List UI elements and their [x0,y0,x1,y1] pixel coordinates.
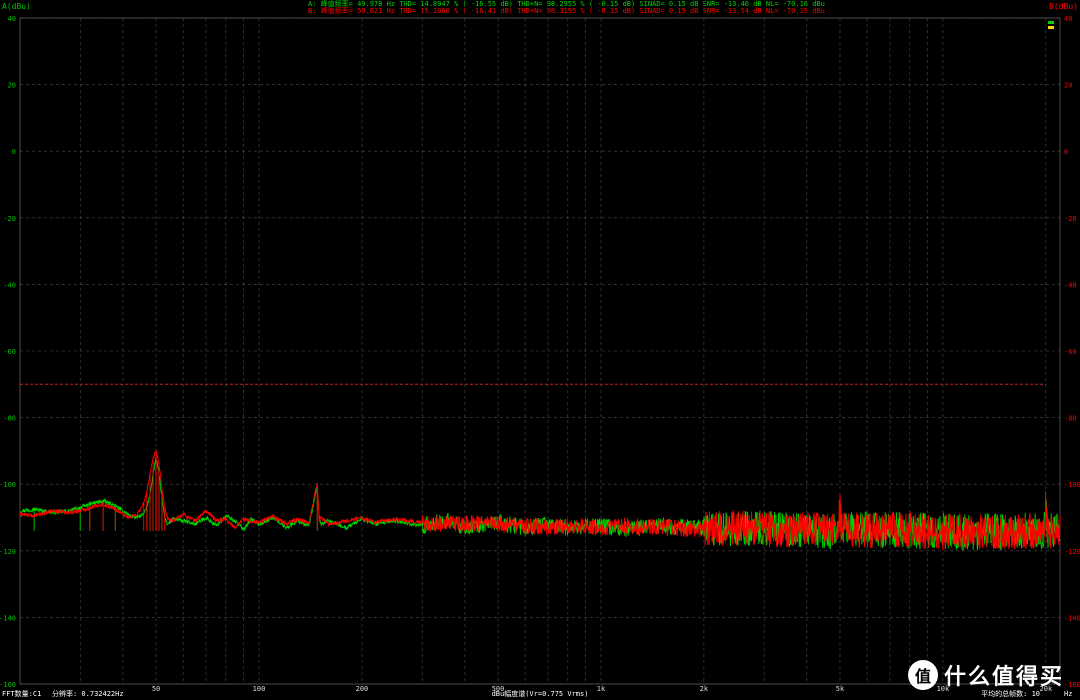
left-y-tick-label: 40 [8,15,16,23]
legend-swatch-b [1048,26,1054,29]
left-y-tick-label: -40 [3,281,16,289]
resolution-label: 分辨率: 0.732422Hz [52,689,124,698]
x-tick-label: 50 [152,685,160,693]
watermark: 值 什么值得买 [908,658,1068,692]
left-y-tick-label: -160 [0,681,16,689]
spectrum-chart: 40200-20-40-60-80-100-120-140-160 40200-… [0,0,1080,700]
watermark-text: 什么值得买 [944,665,1065,690]
right-y-tick-label: 20 [1064,82,1072,90]
x-axis-title: dBu幅度谱(Vr=0.775 Vrms) [492,689,589,698]
x-tick-label: 200 [356,685,369,693]
right-y-tick-label: -60 [1064,348,1077,356]
left-y-tick-label: -140 [0,614,16,622]
channel-b-summary: B: 峰值频率= 50.021 Hz THD= 15.1066 % ( -16.… [308,6,825,15]
legend-swatch-a [1048,21,1054,24]
right-y-tick-label: -100 [1064,481,1080,489]
right-y-tick-label: -120 [1064,548,1080,556]
right-y-tick-label: -40 [1064,281,1077,289]
right-y-tick-label: 0 [1064,148,1068,156]
left-y-tick-label: 20 [8,82,16,90]
value-badge-icon: 值 [908,660,938,690]
x-tick-label: 100 [253,685,266,693]
left-y-tick-label: -60 [3,348,16,356]
right-y-tick-label: -140 [1064,614,1080,622]
right-axis-title: B(dBu) [1049,2,1078,11]
left-y-tick-label: -120 [0,548,16,556]
right-y-tick-label: -20 [1064,215,1077,223]
fft-count-label: FFT数量:C1 [2,689,41,698]
right-y-tick-label: -80 [1064,415,1077,423]
right-y-tick-label: 40 [1064,15,1072,23]
left-y-tick-label: -20 [3,215,16,223]
left-y-tick-label: 0 [12,148,16,156]
x-tick-label: 5k [836,685,845,693]
chart-background [0,0,1080,700]
left-axis-title: A(dBu) [2,2,31,11]
x-tick-label: 2k [700,685,709,693]
x-tick-label: 1k [597,685,606,693]
left-y-tick-label: -80 [3,415,16,423]
left-y-tick-label: -100 [0,481,16,489]
